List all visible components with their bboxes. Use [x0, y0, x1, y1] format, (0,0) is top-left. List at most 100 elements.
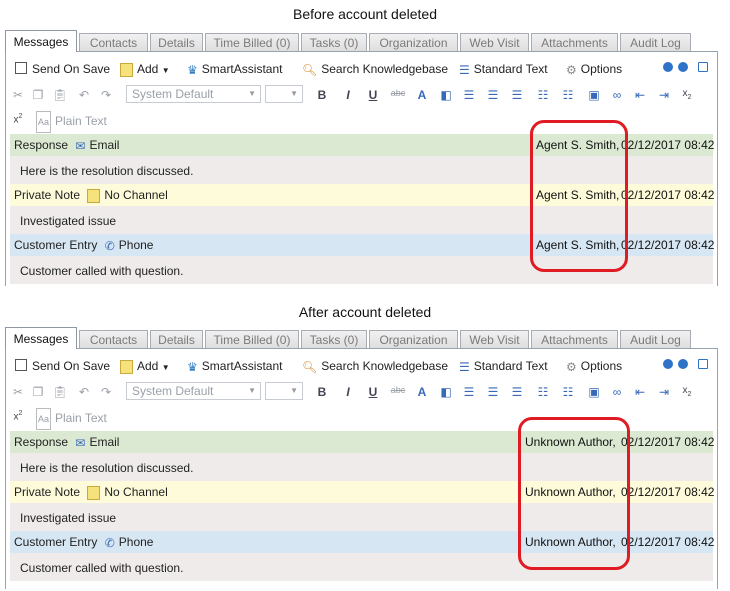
send-on-save-checkbox[interactable]: Send On Save: [15, 356, 110, 376]
font-color-icon[interactable]: A: [414, 385, 430, 399]
align-left-icon[interactable]: ☰: [461, 88, 477, 102]
tab-details[interactable]: Details: [150, 33, 203, 51]
italic-button[interactable]: I: [340, 385, 356, 399]
tab-web-visit[interactable]: Web Visit: [460, 330, 529, 348]
copy-icon[interactable]: ❐: [30, 88, 46, 102]
strikethrough-button[interactable]: abc: [390, 88, 406, 98]
email-icon: ✉: [75, 138, 86, 153]
bold-button[interactable]: B: [314, 385, 330, 399]
subscript-button[interactable]: x2: [679, 385, 695, 398]
messages-body: Send On Save Add ▼ ♛ SmartAssistant 🔍︎ Sea…: [5, 52, 718, 286]
add-button[interactable]: Add ▼: [120, 59, 170, 79]
tab-organization[interactable]: Organization: [369, 33, 458, 51]
highlight-icon[interactable]: ◧: [438, 88, 454, 102]
tab-messages[interactable]: Messages: [5, 30, 77, 52]
indent-icon[interactable]: ⇥: [656, 88, 672, 102]
smart-assistant-button[interactable]: ♛ SmartAssistant: [187, 59, 282, 79]
tab-messages[interactable]: Messages: [5, 327, 77, 349]
align-right-icon[interactable]: ☰: [509, 88, 525, 102]
image-icon[interactable]: ▣: [586, 385, 602, 399]
tab-attachments[interactable]: Attachments: [531, 33, 618, 51]
thread-header-private-note[interactable]: Private Note No Channel Agent S. Smith, …: [10, 184, 714, 206]
thread-header-customer-entry[interactable]: Customer Entry ✆ Phone Agent S. Smith, 02…: [10, 234, 714, 256]
image-icon[interactable]: ▣: [586, 88, 602, 102]
author-name: Agent S. Smith,: [536, 188, 620, 202]
thread-header-customer-entry[interactable]: Customer Entry ✆ Phone Unknown Author, 02…: [10, 531, 714, 553]
font-select[interactable]: System Default ▼: [126, 382, 261, 400]
thread-header-response[interactable]: Response ✉ Email Agent S. Smith, 02/12/20…: [10, 134, 714, 156]
indent-icon[interactable]: ⇥: [656, 385, 672, 399]
add-circle-icon[interactable]: [663, 359, 673, 369]
align-left-icon[interactable]: ☰: [461, 385, 477, 399]
align-right-icon[interactable]: ☰: [509, 385, 525, 399]
plain-text-button[interactable]: Aa Plain Text: [36, 408, 107, 430]
font-select[interactable]: System Default ▼: [126, 85, 261, 103]
tab-tasks[interactable]: Tasks (0): [301, 33, 367, 51]
tab-attachments[interactable]: Attachments: [531, 330, 618, 348]
numbered-list-icon[interactable]: ☷: [560, 88, 576, 102]
outdent-icon[interactable]: ⇤: [632, 88, 648, 102]
search-knowledgebase-button[interactable]: 🔍︎ Search Knowledgebase: [302, 356, 448, 376]
tab-time-billed[interactable]: Time Billed (0): [205, 33, 299, 51]
underline-button[interactable]: U: [365, 88, 381, 102]
smart-assistant-button[interactable]: ♛ SmartAssistant: [187, 356, 282, 376]
numbered-list-icon[interactable]: ☷: [560, 385, 576, 399]
author-name: Unknown Author,: [525, 485, 616, 499]
underline-button[interactable]: U: [365, 385, 381, 399]
tab-time-billed[interactable]: Time Billed (0): [205, 330, 299, 348]
tab-contacts[interactable]: Contacts: [79, 33, 148, 51]
standard-text-button[interactable]: ☰ Standard Text: [459, 59, 548, 79]
paste-icon[interactable]: 📋︎: [52, 385, 68, 399]
popout-icon[interactable]: [698, 359, 708, 369]
bullet-list-icon[interactable]: ☷: [535, 385, 551, 399]
undo-icon[interactable]: ↶: [76, 88, 92, 102]
outdent-icon[interactable]: ⇤: [632, 385, 648, 399]
redo-icon[interactable]: ↷: [98, 88, 114, 102]
options-button[interactable]: ⚙ Options: [566, 356, 622, 376]
tab-tasks[interactable]: Tasks (0): [301, 330, 367, 348]
copy-icon[interactable]: ❐: [30, 385, 46, 399]
font-size-select[interactable]: ▼: [265, 382, 303, 400]
redo-icon[interactable]: ↷: [98, 385, 114, 399]
popout-icon[interactable]: [698, 62, 708, 72]
panel-before: Messages Contacts Details Time Billed (0…: [5, 30, 718, 286]
font-color-icon[interactable]: A: [414, 88, 430, 102]
highlight-icon[interactable]: ◧: [438, 385, 454, 399]
standard-text-button[interactable]: ☰ Standard Text: [459, 356, 548, 376]
link-icon[interactable]: ∞: [609, 385, 625, 399]
bullet-list-icon[interactable]: ☷: [535, 88, 551, 102]
note-icon: [87, 188, 101, 203]
subscript-button[interactable]: x2: [679, 88, 695, 101]
tab-details[interactable]: Details: [150, 330, 203, 348]
align-center-icon[interactable]: ☰: [485, 88, 501, 102]
tab-web-visit[interactable]: Web Visit: [460, 33, 529, 51]
bold-button[interactable]: B: [314, 88, 330, 102]
send-on-save-checkbox[interactable]: Send On Save: [15, 59, 110, 79]
thread-header-private-note[interactable]: Private Note No Channel Unknown Author, …: [10, 481, 714, 503]
remove-circle-icon[interactable]: [678, 62, 688, 72]
thread-body: Customer called with question.: [10, 256, 713, 284]
tab-audit-log[interactable]: Audit Log: [620, 33, 691, 51]
remove-circle-icon[interactable]: [678, 359, 688, 369]
superscript-button[interactable]: x2: [10, 113, 26, 125]
superscript-button[interactable]: x2: [10, 410, 26, 422]
thread-header-response[interactable]: Response ✉ Email Unknown Author, 02/12/20…: [10, 431, 714, 453]
paste-icon[interactable]: 📋︎: [52, 88, 68, 102]
link-icon[interactable]: ∞: [609, 88, 625, 102]
tab-contacts[interactable]: Contacts: [79, 330, 148, 348]
add-button[interactable]: Add ▼: [120, 356, 170, 376]
add-circle-icon[interactable]: [663, 62, 673, 72]
plain-text-button[interactable]: Aa Plain Text: [36, 111, 107, 133]
tab-audit-log[interactable]: Audit Log: [620, 330, 691, 348]
cut-icon[interactable]: ✂: [10, 88, 26, 102]
undo-icon[interactable]: ↶: [76, 385, 92, 399]
align-center-icon[interactable]: ☰: [485, 385, 501, 399]
italic-button[interactable]: I: [340, 88, 356, 102]
tab-organization[interactable]: Organization: [369, 330, 458, 348]
options-button[interactable]: ⚙ Options: [566, 59, 622, 79]
cut-icon[interactable]: ✂: [10, 385, 26, 399]
search-knowledgebase-button[interactable]: 🔍︎ Search Knowledgebase: [302, 59, 448, 79]
chevron-down-icon: ▼: [161, 363, 170, 372]
font-size-select[interactable]: ▼: [265, 85, 303, 103]
strikethrough-button[interactable]: abc: [390, 385, 406, 395]
